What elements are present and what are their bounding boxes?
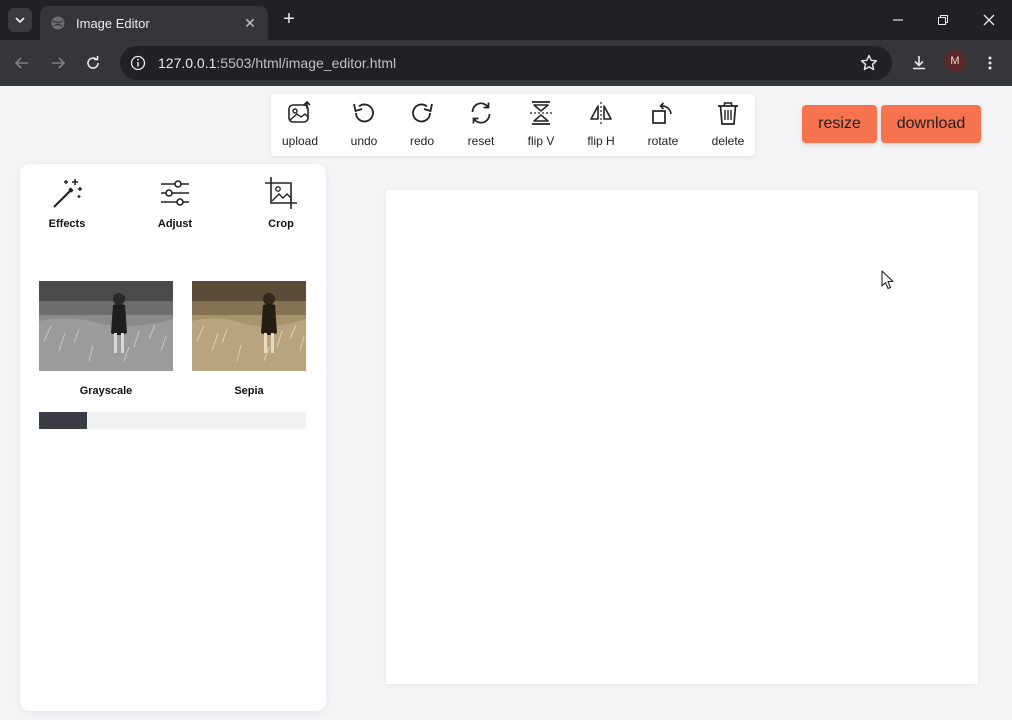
restore-icon [938,15,948,25]
resize-button[interactable]: resize [802,105,877,143]
browser-toolbar: 127.0.0.1:5503/html/image_editor.html M [0,40,1012,86]
address-bar[interactable]: 127.0.0.1:5503/html/image_editor.html [120,46,892,80]
rotate-button[interactable]: rotate [634,98,692,154]
sepia-thumbnail [192,281,306,371]
redo-label: redo [409,134,435,148]
redo-icon [412,103,433,123]
url-path: :5503/html/image_editor.html [216,55,397,71]
browser-tab[interactable]: Image Editor ✕ [40,6,268,40]
side-panel: Effects Adjust Crop Grayscale Sepia [20,164,326,711]
flip-vertical-button[interactable]: flip V [512,98,570,154]
crop-icon [265,177,297,209]
download-button[interactable]: download [881,105,981,143]
close-window-button[interactable] [974,6,1004,34]
tab-close-icon[interactable]: ✕ [242,15,258,32]
undo-icon [353,103,374,123]
trash-icon [718,102,738,125]
tab-search-button[interactable] [8,8,32,32]
tab-crop-label: Crop [268,218,294,230]
bookmark-star-icon[interactable] [860,54,878,72]
globe-icon [51,16,65,30]
undo-button[interactable]: undo [335,98,393,154]
url-host: 127.0.0.1 [158,55,217,71]
image-canvas[interactable] [386,190,978,684]
download-icon [913,56,925,70]
flip-vertical-icon [530,101,552,125]
downloads-button[interactable] [907,51,931,75]
upload-image-icon [288,100,311,123]
effect-grayscale[interactable]: Grayscale [39,281,173,397]
slider-fill [39,412,88,429]
redo-button[interactable]: redo [393,98,451,154]
delete-button[interactable]: delete [699,98,757,154]
tab-effects-label: Effects [48,218,86,230]
reset-icon [471,102,491,124]
effect-sepia-label: Sepia [234,385,264,397]
mouse-cursor-icon [881,270,894,290]
rotate-label: rotate [647,134,679,148]
new-tab-button[interactable]: + [278,8,300,30]
restore-button[interactable] [928,6,958,34]
reload-icon [87,56,99,69]
intensity-slider[interactable] [39,412,306,429]
minimize-icon [893,19,903,21]
reset-label: reset [467,134,495,148]
tab-effects[interactable]: Effects [32,176,102,236]
magic-wand-icon [53,179,82,208]
flip-horizontal-icon [590,102,612,124]
reload-button[interactable] [81,51,105,75]
url-text: 127.0.0.1:5503/html/image_editor.html [158,55,396,71]
close-icon [983,14,995,26]
flip-horizontal-button[interactable]: flip H [572,98,630,154]
editor-toolbar: upload undo redo reset flip V flip H rot… [271,94,755,156]
undo-label: undo [350,134,378,148]
tab-adjust-label: Adjust [157,218,193,230]
delete-label: delete [711,134,745,148]
tab-adjust[interactable]: Adjust [140,176,210,236]
chevron-down-icon [15,17,25,24]
flip-vertical-label: flip V [527,134,555,148]
upload-label: upload [281,134,319,148]
rotate-icon [652,102,672,124]
profile-avatar[interactable]: M [944,50,966,72]
arrow-left-icon [14,57,28,69]
site-info-icon[interactable] [130,55,146,71]
sliders-icon [161,180,189,206]
tab-title: Image Editor [76,15,150,31]
effect-grayscale-label: Grayscale [79,385,133,397]
tab-crop[interactable]: Crop [246,176,316,236]
kebab-menu-icon [988,56,992,70]
arrow-right-icon [52,57,66,69]
minimize-button[interactable] [883,6,913,34]
reset-button[interactable]: reset [452,98,510,154]
forward-button[interactable] [46,51,70,75]
browser-menu-button[interactable] [978,51,1002,75]
browser-titlebar: Image Editor ✕ + [0,0,1012,40]
grayscale-thumbnail [39,281,173,371]
upload-button[interactable]: upload [271,98,329,154]
back-button[interactable] [10,51,34,75]
effect-sepia[interactable]: Sepia [192,281,306,397]
flip-horizontal-label: flip H [587,134,615,148]
